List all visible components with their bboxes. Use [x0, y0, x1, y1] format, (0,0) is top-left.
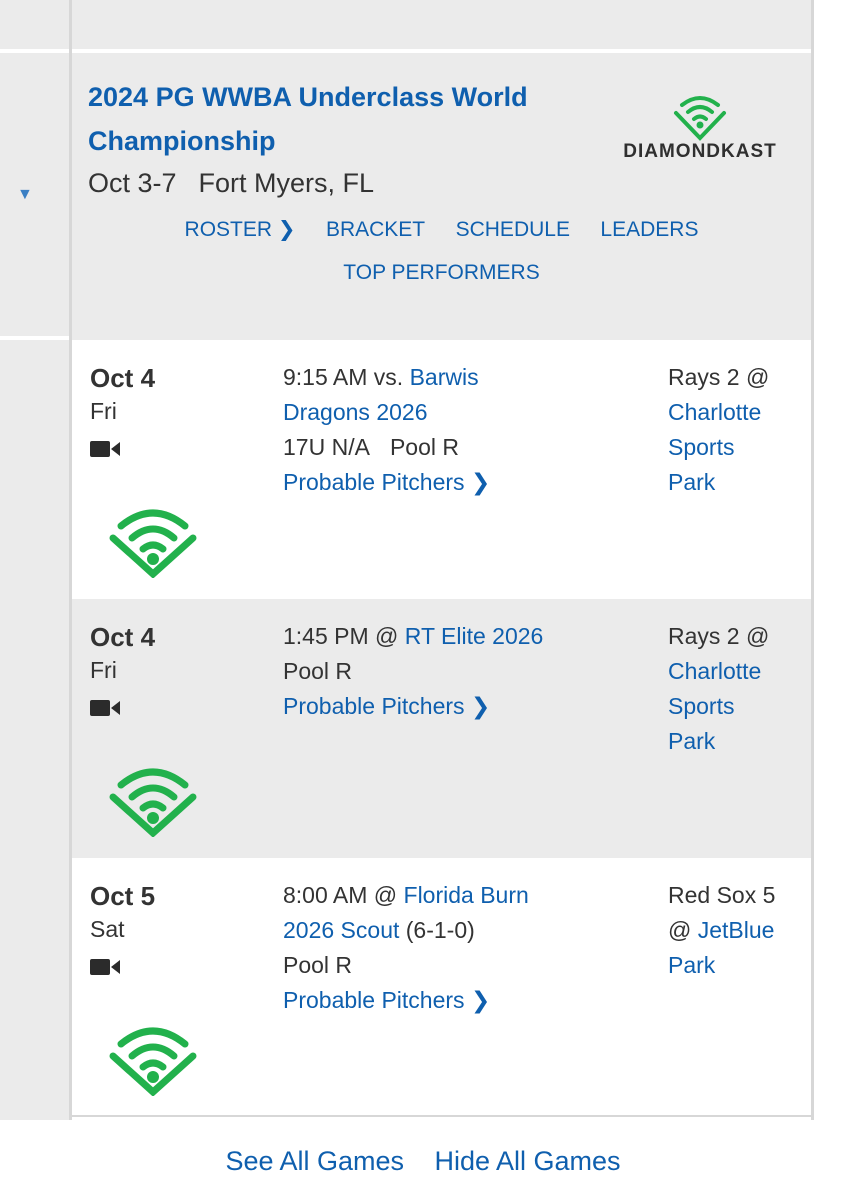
- chevron-right-icon: ❯: [470, 469, 491, 495]
- left-divider-top: [0, 49, 69, 53]
- see-all-games-link[interactable]: See All Games: [225, 1146, 404, 1176]
- game-venue: Red Sox 5 @ JetBlue Park: [668, 878, 808, 983]
- diamondkast-wifi-icon: [674, 96, 726, 141]
- probable-pitchers-label: Probable Pitchers: [283, 469, 465, 495]
- venue-link[interactable]: Park: [668, 724, 808, 759]
- left-column: ▼: [0, 0, 69, 1120]
- game-info: 1:45 PM @ RT Elite 2026 Pool R Probable …: [283, 619, 653, 724]
- roster-link[interactable]: ROSTER ❯: [185, 215, 296, 245]
- games-footer: See All Games Hide All Games: [0, 1146, 846, 1177]
- venue-link[interactable]: JetBlue: [698, 917, 775, 943]
- event-header: 2024 PG WWBA Underclass World Championsh…: [72, 53, 811, 336]
- expand-caret-icon[interactable]: ▼: [17, 186, 33, 204]
- venue-link[interactable]: Park: [668, 465, 808, 500]
- right-border: [811, 0, 814, 1120]
- venue-field: Rays 2 @: [668, 364, 770, 390]
- video-camera-icon[interactable]: [90, 698, 120, 718]
- video-camera-icon[interactable]: [90, 957, 120, 977]
- game-row: Oct 4 Fri 9:15 AM vs. Barwis Dragons 202…: [72, 340, 811, 599]
- game-division: 17U N/A: [283, 434, 370, 460]
- game-info: 9:15 AM vs. Barwis Dragons 2026 17U N/A P…: [283, 360, 653, 500]
- game-date: Oct 5: [90, 881, 156, 911]
- bracket-link[interactable]: BRACKET: [326, 215, 425, 245]
- diamondkast-logo[interactable]: DIAMONDKAST: [605, 91, 795, 171]
- game-pool: Pool R: [389, 434, 459, 460]
- games-list: Oct 4 Fri 9:15 AM vs. Barwis Dragons 202…: [72, 340, 811, 1117]
- game-time: 1:45 PM @: [283, 623, 399, 649]
- venue-link[interactable]: Charlotte: [668, 395, 808, 430]
- top-performers-link[interactable]: TOP PERFORMERS: [343, 258, 539, 288]
- venue-link[interactable]: Park: [668, 948, 808, 983]
- game-venue: Rays 2 @ Charlotte Sports Park: [668, 619, 808, 759]
- chevron-right-icon: ❯: [277, 218, 296, 241]
- chevron-right-icon: ❯: [470, 693, 491, 719]
- game-date: Oct 4: [90, 363, 156, 393]
- event-title[interactable]: 2024 PG WWBA Underclass World Championsh…: [88, 75, 588, 163]
- opponent-link[interactable]: Barwis: [410, 364, 479, 390]
- game-venue: Rays 2 @ Charlotte Sports Park: [668, 360, 808, 500]
- diamondkast-stream-icon[interactable]: [109, 759, 197, 837]
- opponent-link-cont[interactable]: Dragons 2026: [283, 399, 428, 425]
- game-time: 8:00 AM @: [283, 882, 398, 908]
- diamondkast-stream-icon[interactable]: [109, 1018, 197, 1096]
- game-time: 9:15 AM vs.: [283, 364, 404, 390]
- diamondkast-stream-icon[interactable]: [109, 500, 197, 578]
- left-divider-mid: [0, 336, 69, 340]
- game-date: Oct 4: [90, 622, 156, 652]
- event-links: ROSTER ❯ BRACKET SCHEDULE LEADERS TOP PE…: [72, 215, 811, 301]
- game-row: Oct 5 Sat 8:00 AM @ Florida Burn 2026 Sc…: [72, 858, 811, 1117]
- venue-link[interactable]: Sports: [668, 689, 808, 724]
- game-pool: Pool R: [283, 658, 353, 684]
- probable-pitchers-label: Probable Pitchers: [283, 987, 465, 1013]
- event-meta: Oct 3-7 Fort Myers, FL: [88, 165, 374, 201]
- roster-label: ROSTER: [184, 218, 273, 241]
- hide-all-games-link[interactable]: Hide All Games: [434, 1146, 620, 1176]
- probable-pitchers-link[interactable]: Probable Pitchers ❯: [283, 465, 653, 500]
- venue-at: @: [668, 917, 692, 943]
- venue-link[interactable]: Sports: [668, 430, 808, 465]
- opponent-link-cont[interactable]: 2026 Scout: [283, 917, 399, 943]
- previous-row: [72, 0, 811, 49]
- leaders-link[interactable]: LEADERS: [600, 215, 698, 245]
- game-day: Fri: [90, 398, 117, 424]
- probable-pitchers-label: Probable Pitchers: [283, 693, 465, 719]
- opponent-record: (6-1-0): [405, 917, 475, 943]
- game-pool: Pool R: [283, 952, 353, 978]
- probable-pitchers-link[interactable]: Probable Pitchers ❯: [283, 689, 653, 724]
- game-day: Sat: [90, 916, 125, 942]
- probable-pitchers-link[interactable]: Probable Pitchers ❯: [283, 983, 653, 1018]
- schedule-link[interactable]: SCHEDULE: [456, 215, 570, 245]
- brand-name: DIAMONDKAST: [623, 141, 777, 162]
- venue-field: Rays 2 @: [668, 623, 770, 649]
- game-info: 8:00 AM @ Florida Burn 2026 Scout (6-1-0…: [283, 878, 653, 1018]
- event-dates: Oct 3-7: [88, 168, 177, 198]
- event-location: Fort Myers, FL: [198, 168, 375, 198]
- opponent-link[interactable]: Florida Burn: [404, 882, 529, 908]
- venue-field: Red Sox 5: [668, 882, 776, 908]
- opponent-link[interactable]: RT Elite 2026: [405, 623, 544, 649]
- chevron-right-icon: ❯: [470, 987, 491, 1013]
- game-day: Fri: [90, 657, 117, 683]
- game-row: Oct 4 Fri 1:45 PM @ RT Elite 2026 Pool R…: [72, 599, 811, 858]
- venue-link[interactable]: Charlotte: [668, 654, 808, 689]
- video-camera-icon[interactable]: [90, 439, 120, 459]
